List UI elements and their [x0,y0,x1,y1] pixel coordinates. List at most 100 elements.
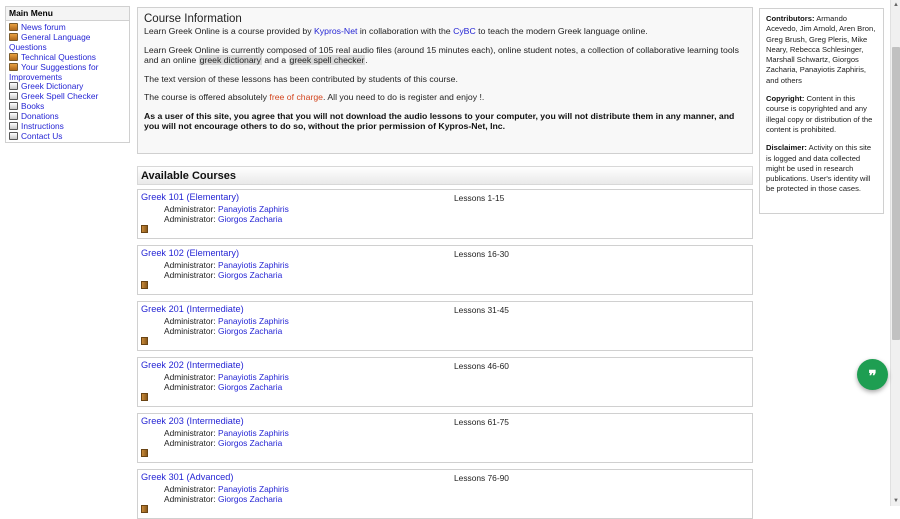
administrator-label: Administrator: [164,270,218,280]
kypros-net-link[interactable]: Kypros-Net [314,26,357,36]
greek-spell-checker-link[interactable]: greek spell checker [288,55,366,65]
main-menu-list: News forum General Language Questions Te… [6,21,129,142]
administrator-label: Administrator: [164,382,218,392]
administrator-label: Administrator: [164,214,218,224]
administrator-link[interactable]: Panayiotis Zaphiris [218,316,289,326]
course-item: Greek 202 (Intermediate) Administrator: … [137,357,753,407]
available-courses-header: Available Courses [137,166,753,185]
guest-access-icon [141,281,148,289]
menu-item-label[interactable]: Books [21,101,44,111]
administrator-link[interactable]: Giorgos Zacharia [218,382,282,392]
info-paragraph-contributed: The text version of these lessons has be… [144,73,458,84]
page-icon [9,122,18,131]
course-name-link[interactable]: Greek 201 (Intermediate) [141,304,244,314]
course-item: Greek 102 (Elementary) Administrator: Pa… [137,245,753,295]
course-administrator: Administrator: Giorgos Zacharia [164,270,282,280]
info-text: to teach the modern Greek language onlin… [475,26,648,36]
page-icon [9,82,18,91]
menu-item-label[interactable]: Your Suggestions for Improvements [9,62,98,82]
administrator-link[interactable]: Giorgos Zacharia [218,438,282,448]
course-administrator: Administrator: Giorgos Zacharia [164,326,282,336]
course-item: Greek 203 (Intermediate) Administrator: … [137,413,753,463]
page-icon [9,102,18,111]
scroll-down-arrow-icon[interactable]: ▼ [891,496,900,506]
main-menu-block: Main Menu News forum General Language Qu… [5,6,130,143]
menu-item-label[interactable]: Greek Dictionary [21,81,83,91]
menu-item-general-language-questions[interactable]: General Language Questions [9,32,126,53]
course-name-link[interactable]: Greek 102 (Elementary) [141,248,239,258]
info-paragraph-free: The course is offered absolutely free of… [144,92,746,103]
course-lessons: Lessons 76-90 [454,473,509,483]
administrator-link[interactable]: Panayiotis Zaphiris [218,372,289,382]
contributors-text: Armando Acevedo, Jim Arnold, Aren Bron, … [766,14,876,85]
info-text: in collaboration with the [357,26,454,36]
course-name-link[interactable]: Greek 202 (Intermediate) [141,360,244,370]
chat-button[interactable]: ❞ [857,359,888,390]
free-of-charge-text: free of charge [269,92,324,102]
administrator-link[interactable]: Panayiotis Zaphiris [218,260,289,270]
administrator-link[interactable]: Giorgos Zacharia [218,494,282,504]
administrator-label: Administrator: [164,494,218,504]
greek-dictionary-link[interactable]: greek dictionary [198,55,262,65]
info-text: . All you need to do is register and enj… [323,92,485,102]
copyright-note: Copyright: Content in this course is cop… [766,94,877,135]
main-menu-title: Main Menu [6,7,129,21]
menu-item-label[interactable]: Contact Us [21,131,62,141]
course-administrator: Administrator: Panayiotis Zaphiris [164,484,289,494]
guest-access-icon [141,337,148,345]
administrator-link[interactable]: Giorgos Zacharia [218,214,282,224]
course-notes-block: Contributors: Armando Acevedo, Jim Arnol… [759,8,884,214]
forum-icon [9,32,18,41]
course-administrator: Administrator: Panayiotis Zaphiris [164,316,289,326]
scrollbar-thumb[interactable] [892,47,900,340]
course-item: Greek 201 (Intermediate) Administrator: … [137,301,753,351]
menu-item-label[interactable]: News forum [21,22,66,32]
copyright-label: Copyright: [766,94,805,104]
course-name-link[interactable]: Greek 301 (Advanced) [141,472,233,482]
course-item: Greek 101 (Elementary) Administrator: Pa… [137,189,753,239]
menu-item-label[interactable]: Greek Spell Checker [21,91,98,101]
administrator-link[interactable]: Panayiotis Zaphiris [218,428,289,438]
main-content: Course Information Learn Greek Online is… [137,7,753,519]
course-administrator: Administrator: Panayiotis Zaphiris [164,428,289,438]
menu-item-label[interactable]: Instructions [21,121,64,131]
menu-item-label[interactable]: Technical Questions [21,52,96,62]
page-icon [9,112,18,121]
scroll-up-arrow-icon[interactable]: ▲ [891,0,900,10]
menu-item-label[interactable]: Donations [21,111,59,121]
contributors-note: Contributors: Armando Acevedo, Jim Arnol… [766,14,877,86]
guest-access-icon [141,505,148,513]
course-name-link[interactable]: Greek 101 (Elementary) [141,192,239,202]
course-item: Greek 301 (Advanced) Administrator: Pana… [137,469,753,519]
administrator-link[interactable]: Panayiotis Zaphiris [218,484,289,494]
page-scrollbar[interactable]: ▲ ▼ [890,0,900,506]
menu-item-suggestions[interactable]: Your Suggestions for Improvements [9,62,126,83]
administrator-link[interactable]: Giorgos Zacharia [218,326,282,336]
menu-item-contact-us[interactable]: Contact Us [9,131,126,142]
guest-access-icon [141,449,148,457]
page-icon [9,131,18,140]
course-name-link[interactable]: Greek 203 (Intermediate) [141,416,244,426]
administrator-link[interactable]: Panayiotis Zaphiris [218,204,289,214]
course-administrator: Administrator: Giorgos Zacharia [164,214,282,224]
guest-access-icon [141,393,148,401]
forum-icon [9,62,18,71]
administrator-label: Administrator: [164,260,218,270]
course-information-title: Course Information [144,13,242,25]
chat-quote-icon: ❞ [868,367,877,385]
course-lessons: Lessons 31-45 [454,305,509,315]
course-administrator: Administrator: Giorgos Zacharia [164,438,282,448]
course-lessons: Lessons 1-15 [454,193,505,203]
disclaimer-label: Disclaimer: [766,143,807,153]
forum-icon [9,23,18,31]
administrator-label: Administrator: [164,428,218,438]
info-text: Learn Greek Online is a course provided … [144,26,314,36]
info-text: The course is offered absolutely [144,92,270,102]
info-text: and a [261,55,289,65]
cybc-link[interactable]: CyBC [453,26,476,36]
course-administrator: Administrator: Panayiotis Zaphiris [164,204,289,214]
menu-item-label[interactable]: General Language Questions [9,32,90,52]
administrator-label: Administrator: [164,204,218,214]
administrator-link[interactable]: Giorgos Zacharia [218,270,282,280]
administrator-label: Administrator: [164,372,218,382]
